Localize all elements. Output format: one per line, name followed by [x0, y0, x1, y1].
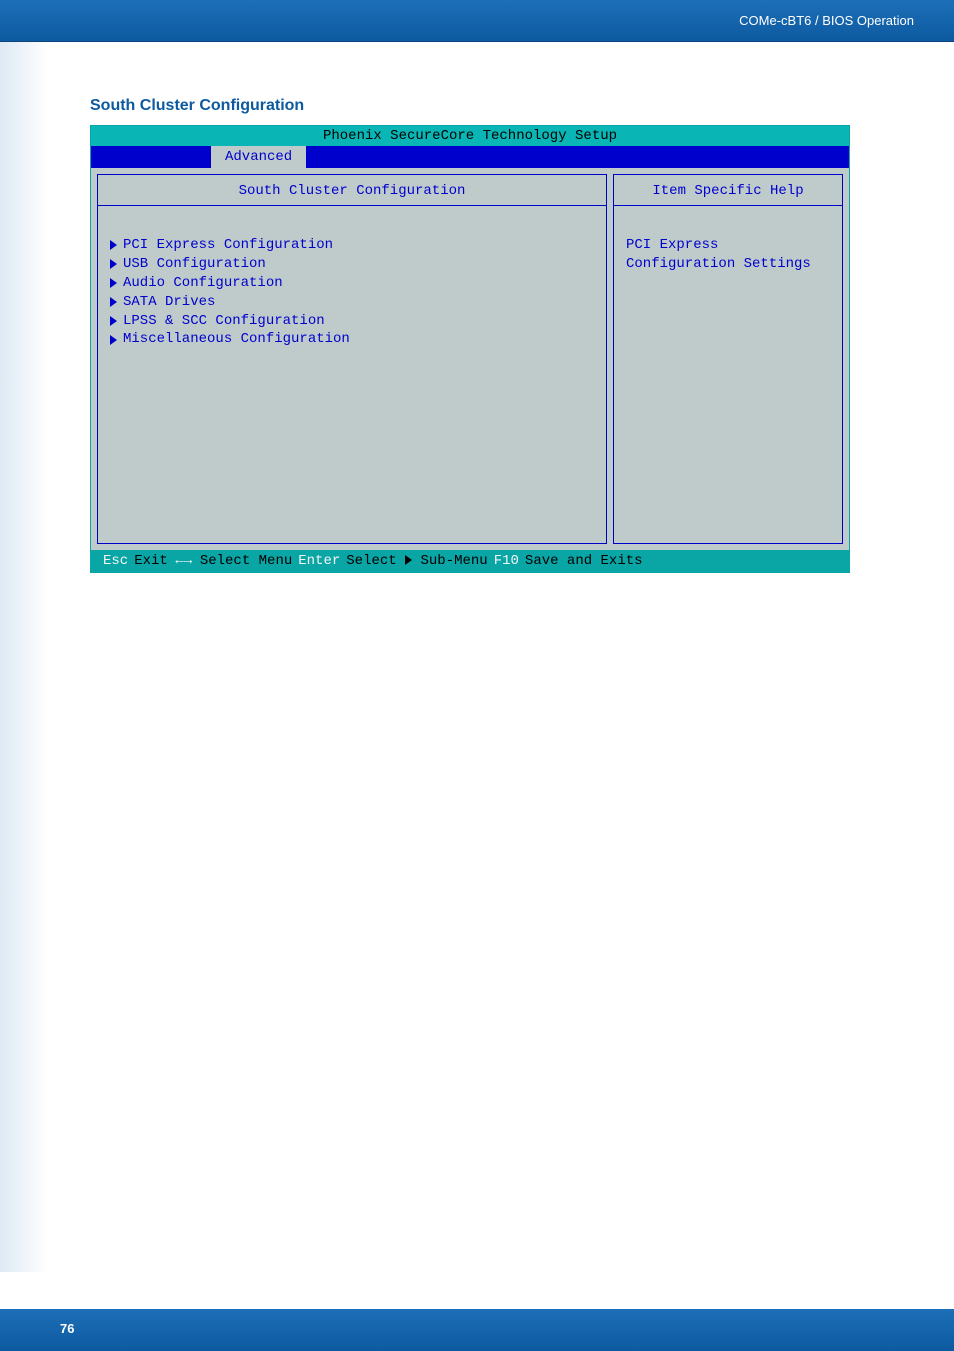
submenu-usb[interactable]: USB Configuration	[110, 255, 598, 274]
left-margin-gradient	[0, 42, 48, 1272]
select-submenu-label: Select Sub-Menu	[346, 553, 487, 569]
page-header: COMe-cBT6 / BIOS Operation	[0, 0, 954, 42]
left-right-arrow-icon: ←→	[174, 553, 194, 569]
section-title: South Cluster Configuration	[90, 97, 864, 115]
page-number: 76	[60, 1321, 74, 1336]
f10-key-label: F10	[494, 553, 519, 569]
bios-screenshot: Phoenix SecureCore Technology Setup Adva…	[90, 125, 850, 573]
chevron-right-icon	[110, 335, 117, 345]
menu-spacer	[91, 146, 211, 168]
submenu-pci-express[interactable]: PCI Express Configuration	[110, 236, 598, 255]
chevron-right-icon	[110, 278, 117, 288]
page-content: South Cluster Configuration Phoenix Secu…	[0, 42, 954, 573]
chevron-right-icon	[405, 555, 412, 565]
breadcrumb: COMe-cBT6 / BIOS Operation	[739, 13, 914, 28]
right-panel-title: Item Specific Help	[614, 175, 842, 206]
submenu-sata[interactable]: SATA Drives	[110, 293, 598, 312]
chevron-right-icon	[110, 316, 117, 326]
bios-footer: Esc Exit ←→ Select Menu Enter Select Sub…	[91, 550, 849, 572]
exit-label: Exit	[134, 553, 168, 569]
submenu-label: USB Configuration	[123, 255, 266, 274]
submenu-label: SATA Drives	[123, 293, 215, 312]
select-menu-label: Select Menu	[200, 553, 292, 569]
chevron-right-icon	[110, 259, 117, 269]
submenu-label: PCI Express Configuration	[123, 236, 333, 255]
enter-key-label: Enter	[298, 553, 340, 569]
tab-advanced[interactable]: Advanced	[211, 146, 306, 168]
submenu-label: LPSS & SCC Configuration	[123, 312, 325, 331]
submenu-audio[interactable]: Audio Configuration	[110, 274, 598, 293]
chevron-right-icon	[110, 240, 117, 250]
left-panel-content: PCI Express Configuration USB Configurat…	[98, 206, 606, 357]
submenu-lpss-scc[interactable]: LPSS & SCC Configuration	[110, 312, 598, 331]
page-footer: 76	[0, 1309, 954, 1351]
esc-key-label: Esc	[103, 553, 128, 569]
bios-body: South Cluster Configuration PCI Express …	[91, 168, 849, 550]
bios-menu-bar: Advanced	[91, 146, 849, 168]
help-text-line: PCI Express	[626, 236, 834, 255]
left-panel-title: South Cluster Configuration	[98, 175, 606, 206]
help-text-line: Configuration Settings	[626, 255, 834, 274]
submenu-label: Audio Configuration	[123, 274, 283, 293]
bios-title-bar: Phoenix SecureCore Technology Setup	[91, 126, 849, 146]
submenu-label: Miscellaneous Configuration	[123, 330, 350, 349]
bios-left-panel: South Cluster Configuration PCI Express …	[97, 174, 607, 544]
chevron-right-icon	[110, 297, 117, 307]
save-exits-label: Save and Exits	[525, 553, 643, 569]
submenu-misc[interactable]: Miscellaneous Configuration	[110, 330, 598, 349]
right-panel-content: PCI Express Configuration Settings	[614, 206, 842, 282]
bios-right-panel: Item Specific Help PCI Express Configura…	[613, 174, 843, 544]
